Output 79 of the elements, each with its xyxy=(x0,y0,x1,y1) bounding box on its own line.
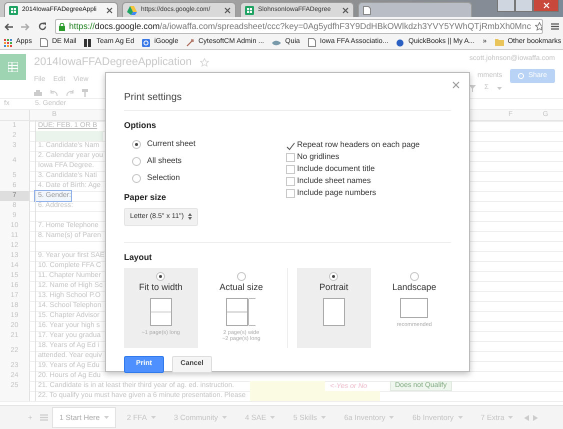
radio-option[interactable]: Selection xyxy=(132,170,286,187)
minimize-button[interactable] xyxy=(497,0,515,12)
spreadsheet-icon xyxy=(245,6,254,14)
undo-icon[interactable] xyxy=(50,90,58,96)
caret-icon[interactable] xyxy=(458,416,463,419)
pages-drawing xyxy=(226,298,256,326)
caret-icon[interactable] xyxy=(222,416,228,419)
section-heading: Paper size xyxy=(124,190,168,204)
caret-icon[interactable] xyxy=(321,416,326,419)
close-icon[interactable] xyxy=(224,6,231,14)
maximize-button[interactable] xyxy=(515,0,533,12)
checkbox-option[interactable]: Include page numbers xyxy=(286,187,420,199)
dialog-title: Print settings xyxy=(124,73,451,111)
checkbox-option[interactable]: Include sheet names xyxy=(286,175,420,187)
close-button[interactable] xyxy=(533,0,559,12)
circle-icon xyxy=(518,72,524,79)
apps-icon xyxy=(4,38,12,46)
radio-button[interactable] xyxy=(329,272,338,281)
checkbox-option[interactable]: Repeat row headers on each page xyxy=(286,139,420,151)
reload-button[interactable] xyxy=(38,22,47,31)
section-heading: Layout xyxy=(124,251,153,264)
radio-option[interactable]: All sheets xyxy=(132,152,286,170)
row-header xyxy=(0,391,30,401)
bars-icon xyxy=(84,38,92,46)
page-drawing xyxy=(322,298,345,326)
close-icon[interactable] xyxy=(106,6,113,14)
radio-button[interactable] xyxy=(156,272,166,281)
layout-option[interactable]: Portrait xyxy=(297,268,371,348)
radio-button[interactable] xyxy=(132,140,141,149)
square-icon xyxy=(142,38,150,46)
radio-option[interactable]: Current sheet xyxy=(132,136,286,153)
next-sheet-button[interactable] xyxy=(533,414,538,420)
redo-icon[interactable] xyxy=(66,90,74,96)
paint-format-icon[interactable] xyxy=(82,89,88,97)
close-icon[interactable] xyxy=(342,6,349,14)
radio-button[interactable] xyxy=(132,174,141,183)
caret-icon[interactable] xyxy=(508,416,514,419)
folder-icon xyxy=(494,39,504,46)
option-label: Fit to width xyxy=(139,280,183,294)
drive-icon xyxy=(127,6,137,14)
checkbox-option[interactable]: No gridlines xyxy=(286,151,420,163)
page-icon xyxy=(363,6,371,14)
checkmark-icon xyxy=(286,142,295,151)
tool-icon xyxy=(186,38,194,46)
close-button[interactable] xyxy=(452,81,460,89)
sheet-list-icon[interactable] xyxy=(40,414,48,421)
option-label: Actual size xyxy=(220,280,264,294)
browser-tab[interactable] xyxy=(358,2,472,17)
section-heading: Options xyxy=(124,119,158,132)
page-drawing xyxy=(400,298,428,318)
print-icon[interactable] xyxy=(34,90,42,96)
spreadsheet-icon xyxy=(9,6,18,14)
caret-icon[interactable] xyxy=(104,416,109,419)
back-button[interactable] xyxy=(4,22,13,30)
up-down-icon xyxy=(188,213,192,220)
answer-cell[interactable] xyxy=(250,391,380,401)
menu-icon[interactable] xyxy=(551,23,559,30)
lock-icon xyxy=(59,22,65,30)
checkbox-option[interactable]: Include document title xyxy=(286,163,420,175)
option-label: Portrait xyxy=(319,280,348,294)
caret-icon[interactable] xyxy=(150,416,156,419)
checkbox[interactable] xyxy=(286,140,295,150)
eye-icon xyxy=(272,38,282,46)
answer-cell[interactable] xyxy=(250,381,325,391)
dot-icon xyxy=(396,38,404,46)
star-icon[interactable] xyxy=(535,22,542,31)
filter-icon[interactable] xyxy=(469,84,476,92)
address-field[interactable]: https://docs.google.com/a/iowaffa.com/spreadsheet/ccc?key=0Ag5ydfhF3Y9DdHBkOWlkdzh3YVY5YWhQTjRmbXh0Mnc xyxy=(55,19,543,34)
radio-button[interactable] xyxy=(236,272,246,281)
grid-icon xyxy=(8,62,18,72)
forward-button[interactable] xyxy=(21,22,30,30)
radio-button[interactable] xyxy=(132,156,141,166)
page-drawing xyxy=(150,298,172,326)
option-label: Landscape xyxy=(392,280,436,294)
caret-icon[interactable] xyxy=(270,416,276,419)
caret-icon xyxy=(496,86,502,90)
radio-button[interactable] xyxy=(410,272,419,281)
caret-icon[interactable] xyxy=(389,416,394,419)
previous-sheet-button[interactable] xyxy=(524,414,530,420)
